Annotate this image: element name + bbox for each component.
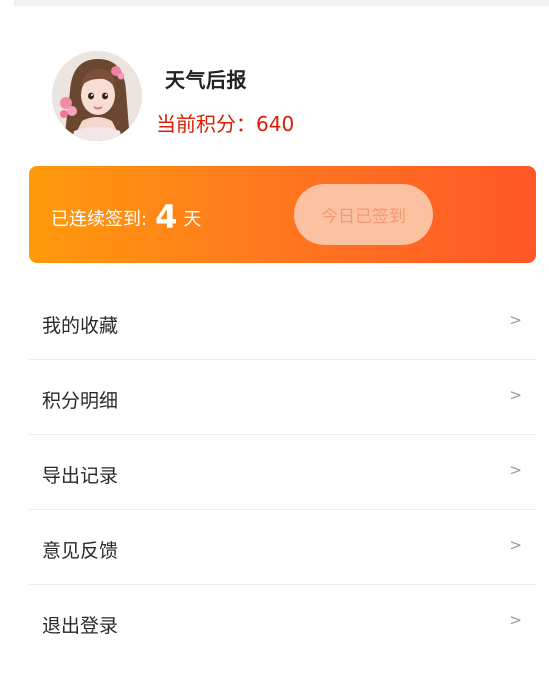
checkin-card: 已连续签到: 4 天 今日已签到 bbox=[29, 166, 536, 263]
menu-item-favorites[interactable]: 我的收藏 > bbox=[29, 285, 536, 360]
menu-item-export-records[interactable]: 导出记录 > bbox=[29, 435, 536, 510]
current-points: 当前积分：640 bbox=[156, 112, 295, 136]
menu-list: 我的收藏 > 积分明细 > 导出记录 > 意见反馈 > 退出登录 > bbox=[29, 285, 536, 659]
user-name: 天气后报 bbox=[165, 68, 247, 92]
menu-item-label: 导出记录 bbox=[42, 465, 119, 487]
streak-prefix: 已连续签到: bbox=[51, 209, 148, 230]
streak-suffix: 天 bbox=[183, 209, 202, 230]
menu-item-logout[interactable]: 退出登录 > bbox=[29, 585, 536, 659]
menu-item-points-detail[interactable]: 积分明细 > bbox=[29, 360, 536, 435]
chevron-right-icon: > bbox=[509, 611, 522, 629]
menu-item-label: 退出登录 bbox=[42, 615, 119, 637]
avatar[interactable] bbox=[52, 51, 142, 141]
menu-item-feedback[interactable]: 意见反馈 > bbox=[29, 510, 536, 585]
menu-item-label: 积分明细 bbox=[42, 390, 119, 412]
profile-header: 天气后报 当前积分：640 bbox=[52, 51, 512, 143]
checkin-streak: 已连续签到: 4 天 bbox=[51, 198, 201, 236]
chevron-right-icon: > bbox=[509, 536, 522, 554]
menu-item-label: 意见反馈 bbox=[42, 540, 119, 562]
streak-days: 4 bbox=[155, 198, 178, 236]
top-divider-strip bbox=[14, 0, 549, 6]
menu-item-label: 我的收藏 bbox=[42, 315, 119, 337]
checkin-button[interactable]: 今日已签到 bbox=[294, 184, 433, 245]
chevron-right-icon: > bbox=[509, 461, 522, 479]
chevron-right-icon: > bbox=[509, 386, 522, 404]
avatar-portrait-icon bbox=[52, 51, 142, 141]
chevron-right-icon: > bbox=[509, 311, 522, 329]
